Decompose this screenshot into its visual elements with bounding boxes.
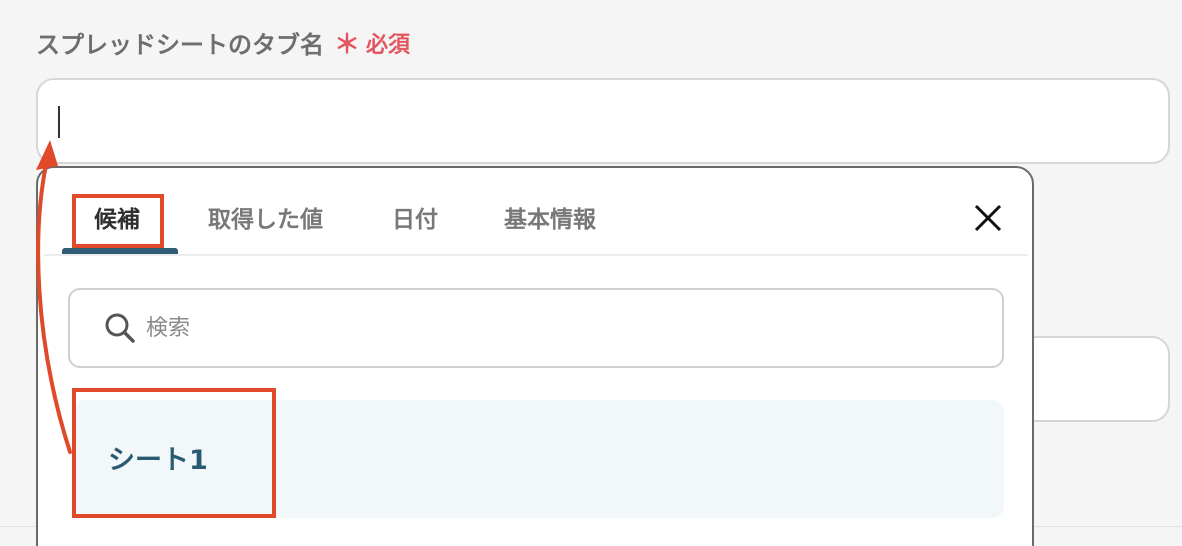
- picker-tabs: 候補 取得した値 日付 基本情報: [38, 168, 1032, 256]
- field-label: スプレッドシートのタブ名 ＊ 必須: [36, 24, 410, 61]
- field-label-text: スプレッドシートのタブ名: [36, 31, 324, 59]
- sheet-tab-name-input[interactable]: [36, 78, 1170, 164]
- tab-basic-info[interactable]: 基本情報: [504, 200, 596, 234]
- required-asterisk: ＊: [334, 30, 361, 60]
- tab-acquired-values[interactable]: 取得した値: [208, 200, 323, 234]
- search-icon: [104, 312, 136, 344]
- search-box: [68, 288, 1004, 368]
- tab-date[interactable]: 日付: [392, 200, 438, 234]
- required-text: 必須: [366, 32, 411, 58]
- form-page: スプレッドシートのタブ名 ＊ 必須 候補 取得した値 日付 基本情報 検索 シー…: [0, 0, 1182, 546]
- tabs-divider: [44, 254, 1028, 256]
- highlight-box-option: [72, 388, 276, 518]
- text-caret: [58, 106, 60, 138]
- highlight-box-tab: [72, 194, 164, 248]
- close-icon[interactable]: [970, 200, 1006, 236]
- search-input[interactable]: [146, 308, 966, 348]
